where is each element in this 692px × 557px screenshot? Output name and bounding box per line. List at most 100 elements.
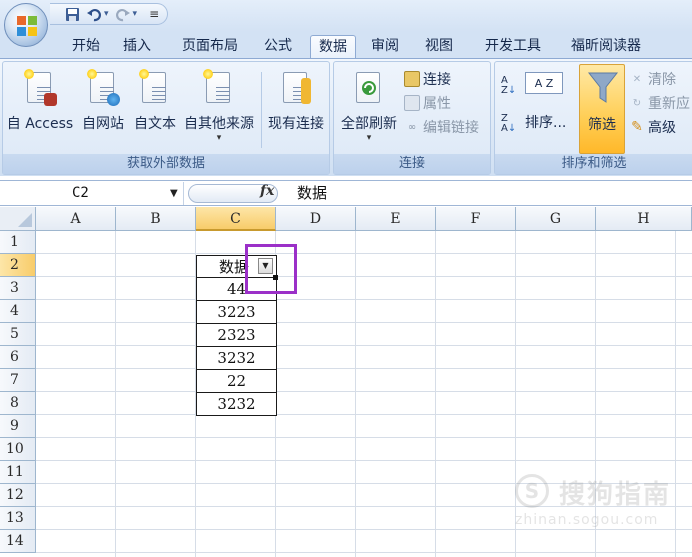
row-header-9[interactable]: 9 (0, 415, 36, 438)
tab-page-layout[interactable]: 页面布局 (170, 35, 250, 58)
connections-icon (404, 71, 420, 87)
refresh-all-button[interactable]: 全部刷新 ▾ (336, 68, 402, 143)
group-label: 排序和筛选 (495, 154, 692, 174)
clear-button: ✕ 清除 (629, 68, 676, 90)
undo-dropdown-icon[interactable]: ▾ (104, 9, 109, 19)
group-sort-filter: A Z↓ Z A↓ A Z 排序... 筛选 ✕ 清除 ↻ 重新应 ✎ 高级 排… (494, 61, 692, 175)
excel-window: ▾ ▾ ≡ 开始 插入 页面布局 公式 数据 审阅 视图 开发工具 福昕阅读器 (0, 0, 692, 557)
name-box[interactable]: C2 ▼ (0, 182, 184, 205)
row-header-8[interactable]: 8 (0, 392, 36, 415)
from-access-button[interactable]: 自 Access (5, 68, 75, 133)
sort-button[interactable]: 排序... (525, 112, 566, 132)
clear-filter-icon: ✕ (632, 73, 642, 85)
connections-button[interactable]: 连接 (404, 68, 451, 90)
web-icon (86, 68, 120, 108)
advanced-button[interactable]: ✎ 高级 (629, 116, 676, 138)
reapply-icon: ↻ (632, 97, 642, 109)
select-all-button[interactable] (0, 207, 36, 231)
row-header-14[interactable]: 14 (0, 530, 36, 553)
row-header-13[interactable]: 13 (0, 507, 36, 530)
watermark-text: 搜狗指南 (559, 480, 672, 510)
ribbon: 自 Access 自网站 自文本 自其他来源 ▾ 现有连接 获取外部数据 全部刷… (0, 58, 692, 176)
undo-icon[interactable] (86, 6, 102, 22)
access-icon (23, 68, 57, 108)
tab-insert[interactable]: 插入 (114, 35, 160, 58)
row-header-1[interactable]: 1 (0, 231, 36, 254)
tab-view[interactable]: 视图 (416, 35, 462, 58)
group-label: 获取外部数据 (3, 154, 329, 174)
quick-access-toolbar: ▾ ▾ ≡ (50, 3, 169, 25)
watermark-url: zhinan.sogou.com (515, 512, 659, 528)
existing-connections-button[interactable]: 现有连接 (263, 68, 329, 133)
office-logo-icon (17, 16, 37, 36)
dropdown-arrow-icon: ▾ (366, 133, 372, 143)
properties-icon (404, 95, 420, 111)
advanced-filter-icon: ✎ (631, 119, 643, 135)
column-header-f[interactable]: F (436, 207, 516, 231)
sort-descending-button[interactable]: Z A↓ (501, 114, 516, 134)
row-header-11[interactable]: 11 (0, 461, 36, 484)
tab-developer[interactable]: 开发工具 (473, 35, 553, 58)
annotation-highlight-box (245, 244, 297, 294)
tab-home[interactable]: 开始 (60, 35, 112, 58)
tab-formulas[interactable]: 公式 (255, 35, 301, 58)
edit-links-button: ∞ 编辑链接 (404, 116, 479, 138)
from-text-button[interactable]: 自文本 (129, 68, 181, 133)
funnel-icon (587, 72, 619, 103)
cell-c5[interactable]: 2323 (196, 324, 277, 347)
row-header-2[interactable]: 2 (0, 254, 36, 277)
column-header-g[interactable]: G (516, 207, 596, 231)
cell-c6[interactable]: 3232 (196, 347, 277, 370)
filter-button[interactable]: 筛选 (579, 64, 625, 154)
refresh-icon (352, 68, 386, 108)
row-header-7[interactable]: 7 (0, 369, 36, 392)
column-header-c[interactable]: C (196, 207, 276, 231)
select-all-triangle-icon (18, 213, 32, 227)
title-bar: ▾ ▾ ≡ (0, 0, 692, 32)
insert-function-icon[interactable]: fx (260, 183, 274, 199)
from-web-button[interactable]: 自网站 (77, 68, 129, 133)
group-label: 连接 (334, 154, 490, 174)
row-header-6[interactable]: 6 (0, 346, 36, 369)
tab-review[interactable]: 审阅 (362, 35, 408, 58)
sort-dialog-icon: A Z (525, 72, 563, 94)
link-icon: ∞ (407, 121, 417, 133)
tab-data[interactable]: 数据 (310, 35, 356, 58)
ribbon-tabs: 开始 插入 页面布局 公式 数据 审阅 视图 开发工具 福昕阅读器 (0, 32, 692, 58)
text-file-icon (138, 68, 172, 108)
sort-ascending-button[interactable]: A Z↓ (501, 76, 516, 96)
from-other-sources-button[interactable]: 自其他来源 ▾ (179, 68, 259, 143)
column-header-a[interactable]: A (36, 207, 116, 231)
group-get-external-data: 自 Access 自网站 自文本 自其他来源 ▾ 现有连接 获取外部数据 (2, 61, 330, 175)
group-separator (261, 72, 262, 148)
column-header-e[interactable]: E (356, 207, 436, 231)
row-header-10[interactable]: 10 (0, 438, 36, 461)
customize-qat-icon[interactable]: ≡ (149, 7, 159, 21)
redo-dropdown-icon[interactable]: ▾ (133, 9, 138, 19)
other-sources-icon (202, 68, 236, 108)
properties-button: 属性 (404, 92, 451, 114)
row-header-5[interactable]: 5 (0, 323, 36, 346)
reapply-button: ↻ 重新应 (629, 92, 690, 114)
name-box-value: C2 (72, 185, 89, 201)
row-header-4[interactable]: 4 (0, 300, 36, 323)
column-header-h[interactable]: H (596, 207, 692, 231)
chevron-down-icon[interactable]: ▼ (170, 188, 178, 199)
save-icon[interactable] (64, 6, 80, 22)
formula-input[interactable]: 数据 (287, 182, 687, 205)
office-button[interactable] (4, 3, 48, 47)
column-header-b[interactable]: B (116, 207, 196, 231)
group-connections: 全部刷新 ▾ 连接 属性 ∞ 编辑链接 连接 (333, 61, 491, 175)
tab-foxit-reader[interactable]: 福昕阅读器 (558, 35, 654, 58)
watermark: S 搜狗指南 zhinan.sogou.com (515, 470, 685, 530)
cell-c7[interactable]: 22 (196, 370, 277, 393)
row-header-12[interactable]: 12 (0, 484, 36, 507)
formula-bar: C2 ▼ fx 数据 (0, 180, 692, 206)
dropdown-arrow-icon: ▾ (216, 133, 222, 143)
cell-c4[interactable]: 3223 (196, 301, 277, 324)
sogou-logo-icon: S (515, 474, 549, 508)
redo-icon[interactable] (115, 6, 131, 22)
row-header-3[interactable]: 3 (0, 277, 36, 300)
column-header-d[interactable]: D (276, 207, 356, 231)
cell-c8[interactable]: 3232 (196, 393, 277, 416)
